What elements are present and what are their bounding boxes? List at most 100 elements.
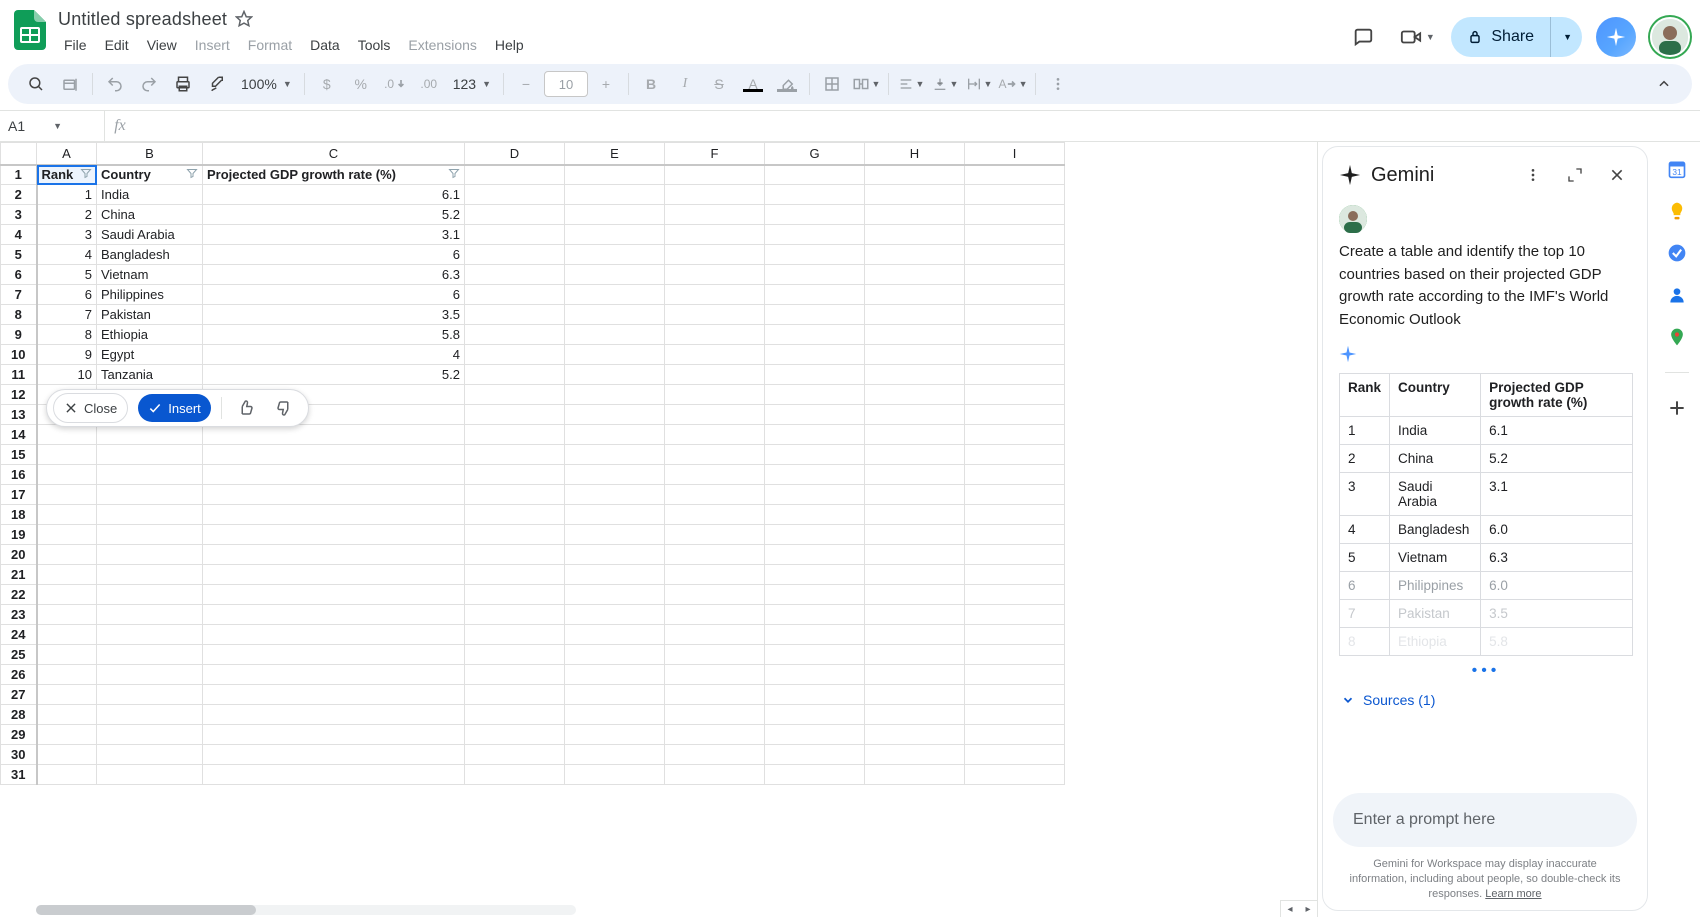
cell[interactable] bbox=[37, 525, 97, 545]
column-header[interactable]: E bbox=[565, 143, 665, 165]
close-suggestion-button[interactable]: Close bbox=[53, 393, 128, 423]
cell[interactable] bbox=[203, 725, 465, 745]
cell[interactable] bbox=[865, 245, 965, 265]
row-header[interactable]: 21 bbox=[1, 565, 37, 585]
cell[interactable] bbox=[665, 345, 765, 365]
cell[interactable] bbox=[465, 285, 565, 305]
cell[interactable] bbox=[37, 585, 97, 605]
cell[interactable] bbox=[565, 285, 665, 305]
cell[interactable] bbox=[765, 205, 865, 225]
cell[interactable] bbox=[565, 465, 665, 485]
cell[interactable] bbox=[565, 385, 665, 405]
cell[interactable] bbox=[765, 745, 865, 765]
cell[interactable] bbox=[765, 265, 865, 285]
gemini-fab-icon[interactable] bbox=[1596, 17, 1636, 57]
cell[interactable]: 1 bbox=[37, 185, 97, 205]
get-addons-icon[interactable] bbox=[1666, 397, 1688, 419]
cell[interactable] bbox=[203, 745, 465, 765]
cell[interactable] bbox=[465, 685, 565, 705]
cell[interactable] bbox=[665, 745, 765, 765]
row-header[interactable]: 6 bbox=[1, 265, 37, 285]
row-header[interactable]: 13 bbox=[1, 405, 37, 425]
cell[interactable] bbox=[865, 565, 965, 585]
tab-scroll-left-icon[interactable]: ◂ bbox=[1281, 901, 1299, 917]
cell[interactable] bbox=[665, 725, 765, 745]
redo-icon[interactable] bbox=[133, 68, 165, 100]
row-header[interactable]: 17 bbox=[1, 485, 37, 505]
comment-history-icon[interactable] bbox=[1343, 17, 1383, 57]
print-icon[interactable] bbox=[167, 68, 199, 100]
cell[interactable] bbox=[865, 725, 965, 745]
cell[interactable] bbox=[565, 625, 665, 645]
cell[interactable] bbox=[37, 705, 97, 725]
cell[interactable] bbox=[565, 245, 665, 265]
cell[interactable] bbox=[965, 505, 1065, 525]
row-header[interactable]: 15 bbox=[1, 445, 37, 465]
cell[interactable] bbox=[865, 385, 965, 405]
cell[interactable] bbox=[965, 705, 1065, 725]
row-header[interactable]: 16 bbox=[1, 465, 37, 485]
cell[interactable] bbox=[665, 185, 765, 205]
cell[interactable] bbox=[865, 665, 965, 685]
cell[interactable] bbox=[665, 285, 765, 305]
cell[interactable] bbox=[665, 325, 765, 345]
menu-data[interactable]: Data bbox=[302, 35, 348, 55]
tasks-addon-icon[interactable] bbox=[1666, 242, 1688, 264]
cell[interactable] bbox=[665, 585, 765, 605]
formula-input[interactable] bbox=[135, 111, 1700, 141]
thumbs-up-icon[interactable] bbox=[232, 394, 260, 422]
cell[interactable] bbox=[465, 725, 565, 745]
row-header[interactable]: 8 bbox=[1, 305, 37, 325]
cell[interactable] bbox=[37, 605, 97, 625]
cell[interactable] bbox=[37, 505, 97, 525]
cell[interactable] bbox=[965, 565, 1065, 585]
cell[interactable] bbox=[465, 245, 565, 265]
fill-color-icon[interactable] bbox=[771, 68, 803, 100]
cell[interactable]: Rank bbox=[37, 165, 97, 185]
cell[interactable] bbox=[565, 605, 665, 625]
name-box[interactable]: A1 ▼ bbox=[0, 111, 105, 141]
cell[interactable] bbox=[465, 625, 565, 645]
cell[interactable] bbox=[465, 665, 565, 685]
cell[interactable] bbox=[565, 265, 665, 285]
cell[interactable] bbox=[465, 545, 565, 565]
more-formats-icon[interactable]: 123▼ bbox=[447, 68, 497, 100]
cell[interactable] bbox=[465, 585, 565, 605]
cell[interactable] bbox=[765, 285, 865, 305]
cell[interactable] bbox=[37, 445, 97, 465]
cell[interactable] bbox=[665, 605, 765, 625]
column-header[interactable]: A bbox=[37, 143, 97, 165]
cell[interactable] bbox=[465, 465, 565, 485]
row-header[interactable]: 9 bbox=[1, 325, 37, 345]
cell[interactable] bbox=[865, 205, 965, 225]
increase-font-icon[interactable]: + bbox=[590, 68, 622, 100]
cell[interactable]: Ethiopia bbox=[97, 325, 203, 345]
row-header[interactable]: 31 bbox=[1, 765, 37, 785]
cell[interactable] bbox=[97, 565, 203, 585]
cell[interactable] bbox=[565, 645, 665, 665]
cell[interactable] bbox=[37, 725, 97, 745]
menu-help[interactable]: Help bbox=[487, 35, 532, 55]
cell[interactable] bbox=[865, 425, 965, 445]
cell[interactable] bbox=[765, 725, 865, 745]
cell[interactable] bbox=[865, 365, 965, 385]
cell[interactable] bbox=[565, 505, 665, 525]
cell[interactable] bbox=[665, 205, 765, 225]
cell[interactable] bbox=[965, 685, 1065, 705]
cell[interactable] bbox=[865, 445, 965, 465]
cell[interactable] bbox=[665, 545, 765, 565]
italic-icon[interactable]: I bbox=[669, 68, 701, 100]
cell[interactable] bbox=[565, 325, 665, 345]
show-more-icon[interactable]: ••• bbox=[1339, 656, 1633, 686]
cell[interactable] bbox=[203, 705, 465, 725]
cell[interactable] bbox=[765, 565, 865, 585]
cell[interactable]: Pakistan bbox=[97, 305, 203, 325]
cell[interactable] bbox=[865, 545, 965, 565]
cell[interactable] bbox=[865, 585, 965, 605]
paint-format-icon[interactable] bbox=[201, 68, 233, 100]
cell[interactable] bbox=[865, 225, 965, 245]
maps-addon-icon[interactable] bbox=[1666, 326, 1688, 348]
row-header[interactable]: 26 bbox=[1, 665, 37, 685]
cell[interactable] bbox=[97, 685, 203, 705]
cell[interactable] bbox=[665, 465, 765, 485]
